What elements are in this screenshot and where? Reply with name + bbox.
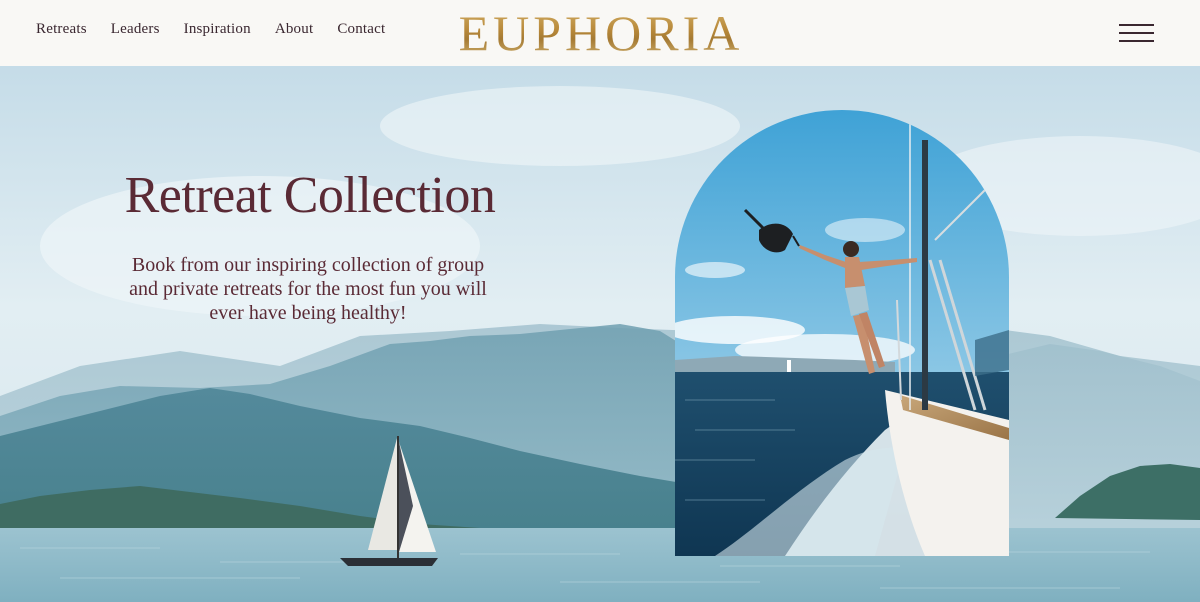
arch-hero-photo — [675, 110, 1009, 556]
nav-link-retreats[interactable]: Retreats — [36, 21, 87, 38]
hamburger-menu-icon[interactable] — [1119, 24, 1155, 42]
main-nav: Retreats Leaders Inspiration About Conta… — [36, 21, 385, 38]
lake-mountain-background — [0, 66, 1200, 602]
site-header: Retreats Leaders Inspiration About Conta… — [0, 0, 1200, 66]
nav-link-leaders[interactable]: Leaders — [111, 21, 160, 38]
hero-subtitle: Book from our inspiring collection of gr… — [129, 254, 487, 324]
hero-section: Retreat Collection Book from our inspiri… — [0, 66, 1200, 602]
nav-link-about[interactable]: About — [275, 21, 314, 38]
nav-link-inspiration[interactable]: Inspiration — [184, 21, 251, 38]
nav-link-contact[interactable]: Contact — [337, 21, 385, 38]
page-title: Retreat Collection — [124, 167, 496, 224]
site-logo[interactable]: EUPHORIA — [446, 3, 756, 63]
sailing-man-photo — [675, 110, 1009, 556]
